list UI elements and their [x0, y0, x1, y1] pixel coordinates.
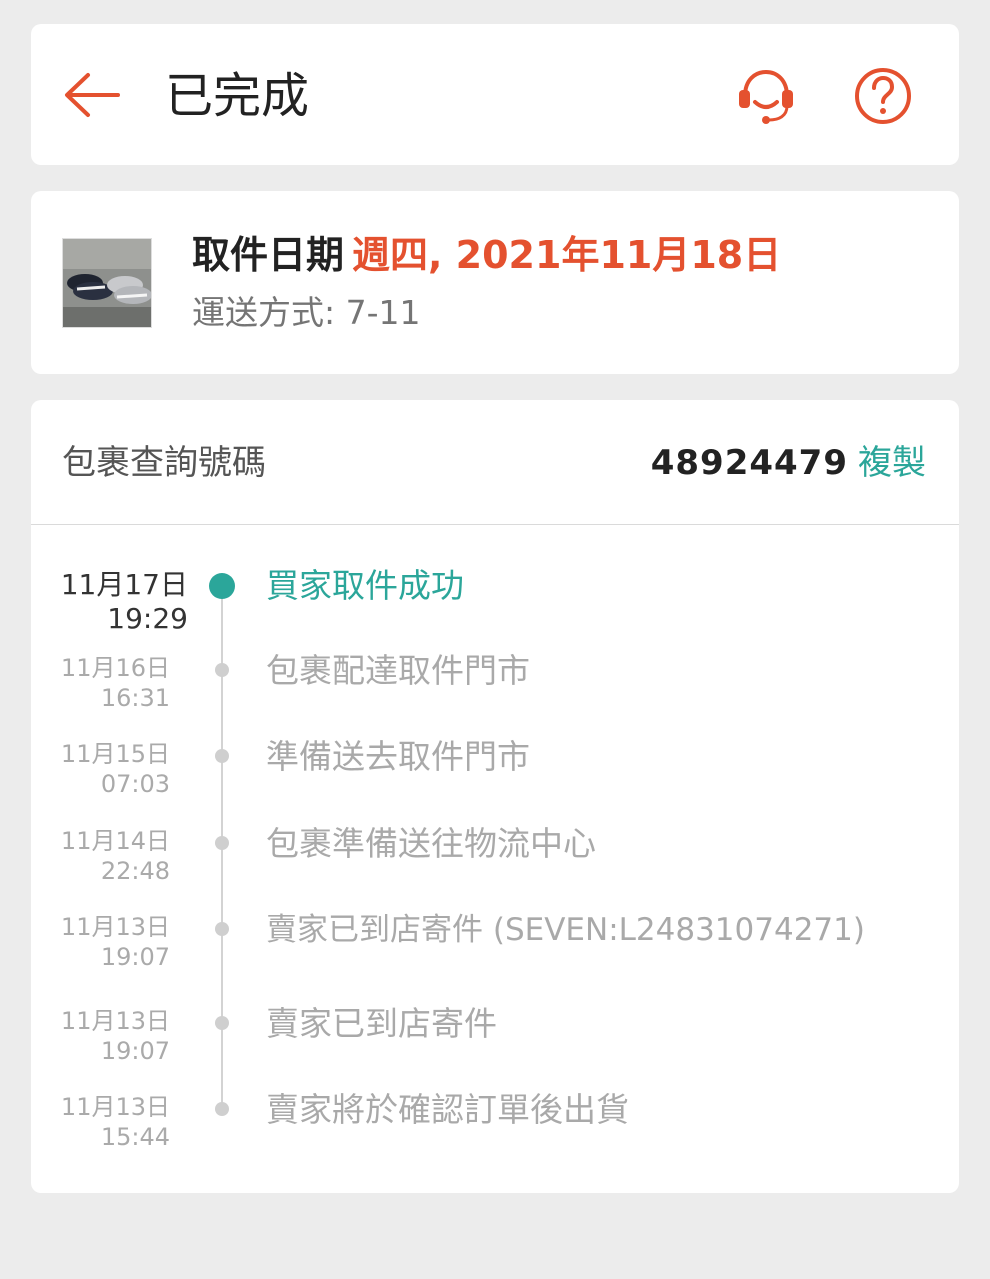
headset-icon: [739, 69, 793, 124]
pickup-date-line: 取件日期 週四, 2021年11月18日: [192, 230, 781, 280]
tracking-number-group: 48924479 複製: [651, 440, 926, 486]
event-date-day: 11月16日: [60, 654, 170, 682]
event-description: 包裹準備送往物流中心: [266, 824, 596, 863]
event-date-day: 11月15日: [60, 740, 170, 768]
event-description: 賣家將於確認訂單後出貨: [266, 1090, 629, 1129]
event-date: 11月15日 07:03: [40, 739, 170, 799]
event-date-day: 11月17日: [60, 568, 188, 601]
customer-service-button[interactable]: [735, 64, 797, 126]
event-description: 賣家已到店寄件 (SEVEN:L24831074271): [266, 912, 865, 948]
timeline-dot: [215, 1102, 229, 1116]
event-date-day: 11月13日: [60, 913, 170, 941]
timeline-dot: [215, 836, 229, 850]
tracking-card: [31, 400, 959, 1193]
back-button[interactable]: [62, 70, 122, 120]
pickup-date-label: 取件日期: [192, 233, 345, 277]
pickup-date-value: 週四, 2021年11月18日: [352, 233, 782, 277]
product-thumbnail[interactable]: [62, 238, 152, 328]
sneakers-image: [63, 239, 151, 327]
shipping-method: 運送方式: 7-11: [192, 293, 421, 332]
copy-button[interactable]: 複製: [858, 443, 926, 483]
pickup-info-card: [31, 191, 959, 374]
event-date-day: 11月14日: [60, 827, 170, 855]
timeline-dot: [215, 749, 229, 763]
event-description: 準備送去取件門市: [266, 737, 530, 776]
event-description: 買家取件成功: [266, 566, 464, 605]
timeline-dot-active: [209, 573, 235, 599]
event-date-time: 07:03: [100, 770, 170, 798]
event-description: 賣家已到店寄件: [266, 1004, 497, 1043]
timeline-dot: [215, 663, 229, 677]
event-date: 11月13日 19:07: [40, 1006, 170, 1066]
help-button[interactable]: [852, 66, 914, 128]
event-date-day: 11月13日: [60, 1007, 170, 1035]
tracking-number: 48924479: [650, 443, 848, 483]
page-title: 已完成: [165, 68, 310, 124]
event-date-time: 19:29: [107, 602, 188, 635]
timeline-dot: [215, 1016, 229, 1030]
event-date-time: 16:31: [100, 684, 170, 712]
event-date: 11月13日 19:07: [40, 912, 170, 972]
event-date-time: 22:48: [100, 857, 170, 885]
arrow-left-icon: [65, 73, 120, 117]
question-circle-icon: [855, 68, 911, 124]
event-date-time: 15:44: [100, 1123, 170, 1151]
event-date: 11月13日 15:44: [40, 1092, 170, 1152]
divider: [31, 524, 959, 525]
event-description: 包裹配達取件門市: [266, 651, 530, 690]
event-date-day: 11月13日: [60, 1093, 170, 1121]
event-date-time: 19:07: [100, 1037, 170, 1065]
timeline-dot: [215, 922, 229, 936]
event-date-time: 19:07: [100, 943, 170, 971]
tracking-number-label: 包裹查詢號碼: [62, 443, 266, 483]
event-date: 11月14日 22:48: [40, 826, 170, 886]
event-date: 11月17日 19:29: [58, 568, 188, 636]
event-date: 11月16日 16:31: [40, 653, 170, 713]
